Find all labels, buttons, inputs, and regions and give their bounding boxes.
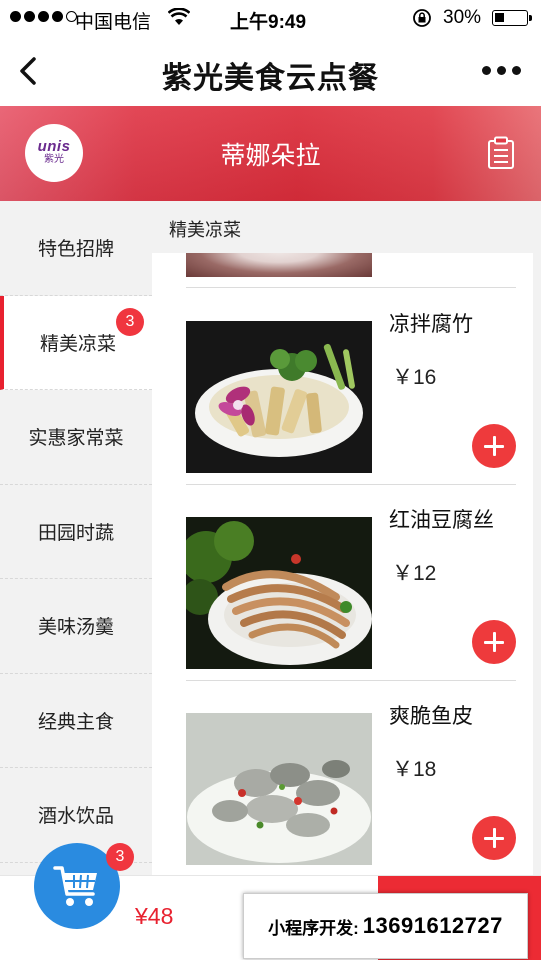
add-to-cart-button[interactable] [472,620,516,664]
order-list-icon[interactable] [487,136,515,170]
developer-banner: 小程序开发: 13691612727 [243,893,528,959]
clock: 上午9:49 [230,12,307,33]
category-label: 特色招牌 [37,239,114,261]
dish-list[interactable]: 凉拌腐竹 ￥16 红油豆腐丝 ￥12 爽脆鱼皮 ￥18 [152,253,533,875]
category-label: 美味汤羹 [37,617,114,639]
dish-image[interactable] [186,713,372,865]
page-title: 紫光美食云点餐 [162,62,379,95]
category-item-home-dishes[interactable]: 实惠家常菜 [0,390,152,485]
developer-label: 小程序开发: [268,918,359,938]
dish-name: 爽脆鱼皮 [389,705,473,728]
category-item-signature[interactable]: 特色招牌 [0,201,152,296]
carrier-name: 中国电信 [75,12,152,33]
dish-item: 凉拌腐竹 ￥16 [186,288,516,484]
wifi-icon [168,8,190,25]
category-label: 经典主食 [37,711,114,733]
developer-phone: 13691612727 [362,913,503,938]
cart-count-badge: 3 [106,843,134,871]
cart-bar: 3 ¥48 小程序开发: 13691612727 [0,843,541,960]
section-title: 精美凉菜 [169,220,241,240]
add-to-cart-button[interactable] [472,424,516,468]
more-options-icon[interactable] [482,66,521,75]
category-label: 酒水饮品 [37,806,114,828]
shop-name: 蒂娜朵拉 [220,142,321,170]
category-label: 实惠家常菜 [28,428,124,450]
cart-total: ¥48 [135,903,174,929]
dish-item: 红油豆腐丝 ￥12 [186,484,516,680]
category-item-staples[interactable]: 经典主食 [0,674,152,768]
category-label: 田园时蔬 [37,522,114,544]
battery-icon [492,10,532,26]
dish-name: 凉拌腐竹 [389,313,473,336]
dish-name: 红油豆腐丝 [389,509,494,532]
dish-image[interactable] [186,517,372,669]
dish-price: ￥18 [392,758,437,781]
dish-price: ￥12 [392,562,437,585]
dish-image [186,253,372,277]
dish-content: 精美凉菜 凉拌腐竹 ￥16 红油豆腐丝 ￥12 爽脆鱼皮 ￥18 [152,201,541,875]
dish-image[interactable] [186,321,372,473]
battery-percent: 30% [443,7,482,28]
category-label: 精美凉菜 [39,333,116,355]
status-bar: 中国电信 上午9:49 30% [0,0,541,36]
signal-strength-icon [10,11,77,22]
category-item-soups[interactable]: 美味汤羹 [0,579,152,674]
category-item-vegetables[interactable]: 田园时蔬 [0,485,152,579]
shopping-cart-icon [53,866,97,906]
rotation-lock-icon [413,9,431,27]
dish-item: 爽脆鱼皮 ￥18 [186,680,516,875]
category-sidebar: 特色招牌 精美凉菜 3 实惠家常菜 田园时蔬 美味汤羹 经典主食 酒水饮品 [0,201,152,875]
shop-header: unis 紫光 蒂娜朵拉 [0,106,541,201]
navigation-bar: 紫光美食云点餐 [0,36,541,106]
dish-price: ￥16 [392,366,437,389]
category-item-cold-dishes[interactable]: 精美凉菜 3 [0,295,152,390]
category-count-badge: 3 [116,307,144,336]
add-to-cart-button[interactable] [472,816,516,860]
